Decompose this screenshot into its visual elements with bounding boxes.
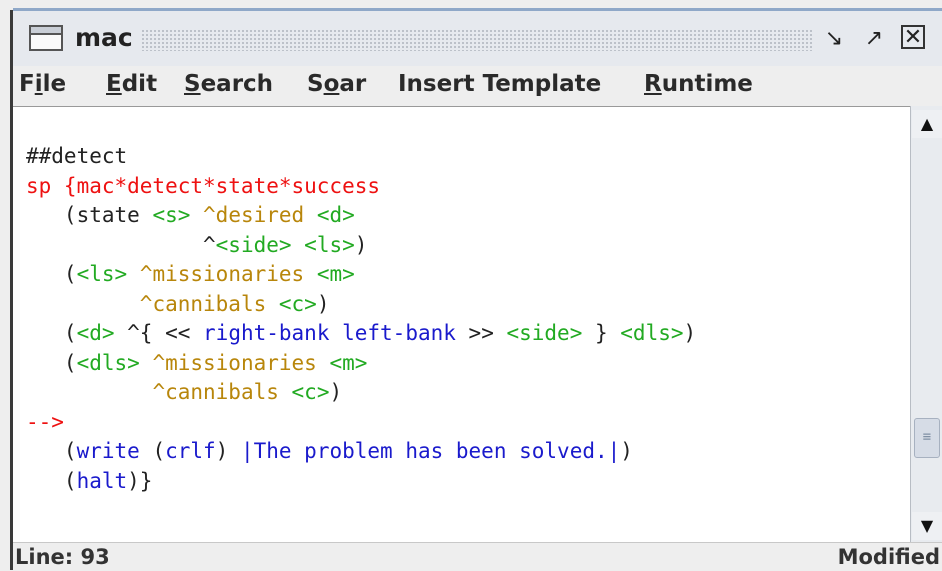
code-token: right-bank left-bank <box>203 321 456 345</box>
code-token: sp {mac*detect*state*success <box>26 173 381 198</box>
arrow-up-icon[interactable]: ▲ <box>912 110 942 138</box>
code-line[interactable]: (state <s> ^desired <d> <box>26 201 696 231</box>
code-token: ( <box>26 439 77 463</box>
code-token: <ls> <box>76 262 128 286</box>
code-token: halt <box>76 468 128 493</box>
status-line-number: Line: 93 <box>15 545 110 569</box>
code-token: (state <box>26 203 153 227</box>
code-line[interactable]: ^cannibals <c>) <box>26 290 696 320</box>
code-token: |The problem has been solved.| <box>240 439 621 463</box>
code-token: ( <box>26 468 77 493</box>
code-line[interactable]: ^cannibals <c>) <box>26 378 696 408</box>
code-token: ^cannibals <box>152 380 279 404</box>
code-token: <d> <box>316 203 355 227</box>
code-token: } <box>582 321 621 345</box>
code-token: )} <box>127 468 153 493</box>
window-title: mac <box>75 23 133 52</box>
minimize-icon[interactable]: ↘ <box>819 25 849 53</box>
code-editor[interactable]: ##detect sp {mac*detect*state*success (st… <box>13 106 910 543</box>
code-line[interactable]: sp {mac*detect*state*success <box>26 172 696 202</box>
arrow-down-icon[interactable]: ▼ <box>912 512 942 540</box>
code-token: ) <box>620 439 633 463</box>
code-line[interactable]: (write (crlf) |The problem has been solv… <box>26 437 696 467</box>
code-token: <side> <box>506 321 583 345</box>
close-icon[interactable]: ✕ <box>901 25 925 49</box>
vertical-scrollbar[interactable]: ▲ ≡ ▼ <box>910 106 942 542</box>
window-icon[interactable] <box>29 25 63 51</box>
code-line[interactable]: ^<side> <ls>) <box>26 231 696 261</box>
code-token: >> <box>455 321 507 345</box>
code-token: ( <box>26 350 77 375</box>
code-token: ##detect <box>26 144 128 168</box>
menu-soar[interactable]: Soar <box>307 71 366 97</box>
code-token: ) <box>215 439 241 463</box>
maximize-icon[interactable]: ↗ <box>859 25 889 53</box>
code-token: <dls> <box>620 321 684 345</box>
code-token: ) <box>316 291 330 316</box>
code-text[interactable]: ##detect sp {mac*detect*state*success (st… <box>26 142 696 496</box>
code-token: <ls> <box>304 232 355 257</box>
code-token: ^ <box>26 232 216 257</box>
code-token: ^desired <box>203 203 305 227</box>
title-bar[interactable]: mac ↘ ↗ ✕ <box>13 8 942 66</box>
code-token: ^{ << <box>114 321 204 345</box>
code-token: <c> <box>291 380 330 404</box>
code-token: ) <box>354 232 368 257</box>
code-line[interactable]: (<dls> ^missionaries <m> <box>26 349 696 379</box>
code-line[interactable]: (<d> ^{ << right-bank left-bank >> <side… <box>26 319 696 349</box>
status-modified: Modified <box>837 545 940 569</box>
menu-file[interactable]: File <box>19 71 66 97</box>
code-token: ( <box>139 439 166 463</box>
code-token: write <box>76 439 140 463</box>
code-line[interactable]: ##detect <box>26 142 696 172</box>
code-token: ^cannibals <box>139 291 267 316</box>
menu-search[interactable]: Search <box>184 71 273 97</box>
menu-runtime[interactable]: Runtime <box>644 71 753 97</box>
status-bar: Line: 93 Modified <box>13 542 942 571</box>
code-token: <d> <box>76 321 115 345</box>
code-line[interactable]: (<ls> ^missionaries <m> <box>26 260 696 290</box>
code-token: ^missionaries <box>139 262 305 286</box>
code-token: <side> <box>215 232 292 257</box>
editor-window: mac ↘ ↗ ✕ File Edit Search Soar Insert T… <box>0 0 942 571</box>
menu-insert-template[interactable]: Insert Template <box>398 71 601 97</box>
code-token: ( <box>26 262 77 286</box>
code-token: crlf <box>165 439 216 463</box>
code-token: <dls> <box>76 350 140 375</box>
code-token: <c> <box>278 291 317 316</box>
title-bar-grip[interactable] <box>141 29 812 51</box>
code-token: <m> <box>329 350 368 375</box>
code-token: --> <box>26 409 64 434</box>
code-token: <m> <box>316 262 355 286</box>
code-token: <s> <box>152 203 191 227</box>
menu-edit[interactable]: Edit <box>106 71 157 97</box>
menu-bar: File Edit Search Soar Insert Template Ru… <box>13 66 942 106</box>
code-line[interactable]: --> <box>26 408 696 438</box>
code-line[interactable]: (halt)} <box>26 467 696 497</box>
code-token: ( <box>26 321 77 345</box>
scroll-thumb[interactable]: ≡ <box>914 418 940 458</box>
code-token: ) <box>683 321 697 345</box>
code-token: ) <box>329 380 343 404</box>
code-token: ^missionaries <box>152 350 317 375</box>
